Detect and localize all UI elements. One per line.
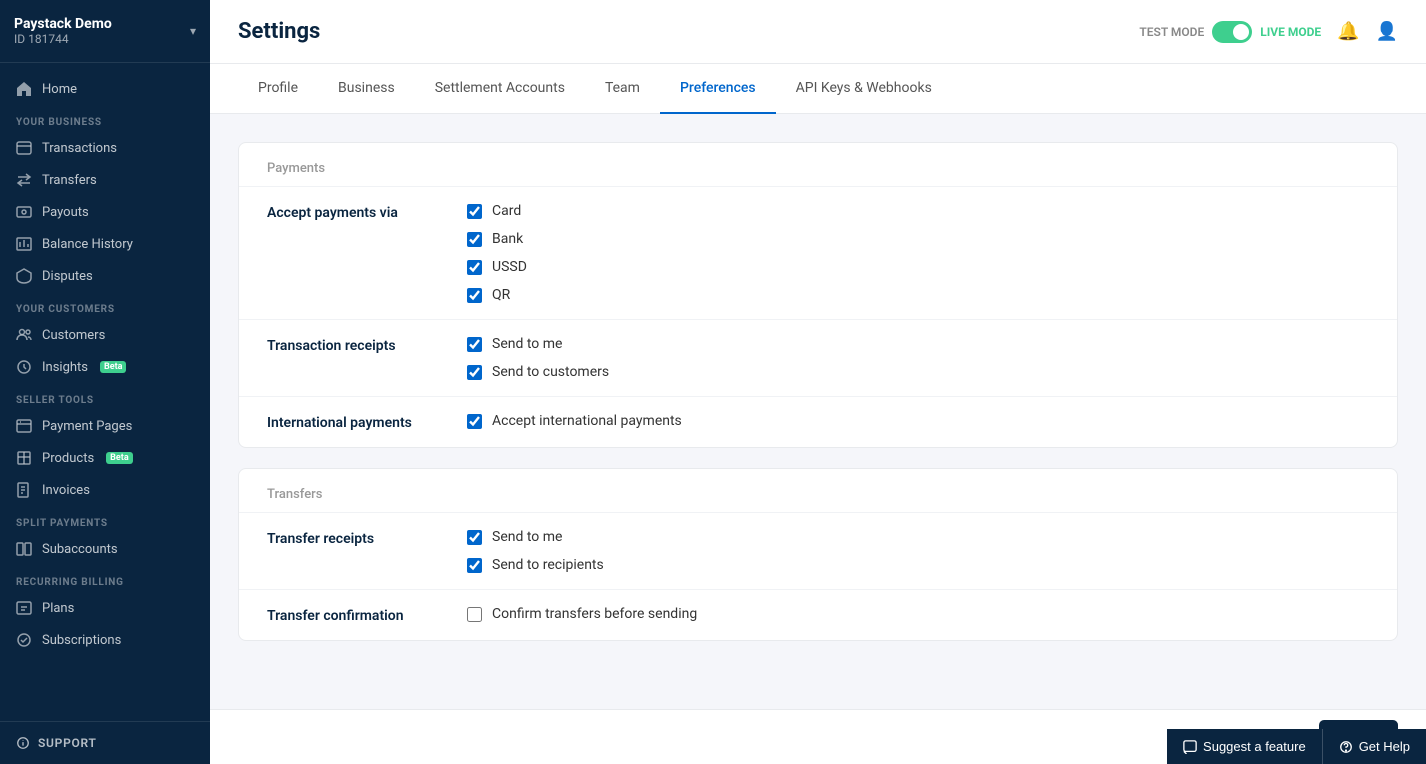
international-payments-options: Accept international payments	[467, 413, 682, 429]
sidebar-item-payouts[interactable]: Payouts	[0, 196, 210, 228]
transfer-confirmation-row: Transfer confirmation Confirm transfers …	[239, 589, 1397, 640]
insights-beta-badge: Beta	[100, 361, 126, 373]
payment-qr-option[interactable]: QR	[467, 287, 527, 303]
payment-card-option[interactable]: Card	[467, 203, 527, 219]
sidebar-item-transfers[interactable]: Transfers	[0, 164, 210, 196]
sidebar-item-payment-pages[interactable]: Payment Pages	[0, 410, 210, 442]
section-your-customers: YOUR CUSTOMERS	[0, 292, 210, 319]
accept-payments-label: Accept payments via	[267, 203, 467, 221]
support-button[interactable]: SUPPORT	[16, 736, 194, 750]
transfer-confirmation-label: Transfer confirmation	[267, 606, 467, 624]
sidebar-item-insights[interactable]: Insights Beta	[0, 351, 210, 383]
sidebar-item-subscriptions[interactable]: Subscriptions	[0, 624, 210, 656]
live-mode-toggle[interactable]	[1212, 21, 1252, 43]
page-title: Settings	[238, 19, 320, 44]
payments-section-label: Payments	[239, 143, 1397, 186]
payment-card-checkbox[interactable]	[467, 204, 482, 219]
main-content: Settings TEST MODE LIVE MODE 🔔 👤 Profile…	[210, 0, 1426, 764]
receipt-send-to-me-option[interactable]: Send to me	[467, 336, 609, 352]
sidebar-item-customers[interactable]: Customers	[0, 319, 210, 351]
chevron-down-icon: ▾	[190, 24, 196, 38]
transfer-receipts-label: Transfer receipts	[267, 529, 467, 547]
company-id: ID 181744	[14, 32, 112, 46]
live-mode-label: LIVE MODE	[1260, 25, 1321, 39]
payments-card: Payments Accept payments via Card Bank	[238, 142, 1398, 448]
receipt-send-to-customers-checkbox[interactable]	[467, 365, 482, 380]
transfers-section-label: Transfers	[239, 469, 1397, 512]
sidebar-item-home[interactable]: Home	[0, 73, 210, 105]
test-mode-label: TEST MODE	[1139, 25, 1204, 39]
confirm-transfers-option[interactable]: Confirm transfers before sending	[467, 606, 697, 622]
transaction-receipts-row: Transaction receipts Send to me Send to …	[239, 319, 1397, 396]
settings-tabs: Profile Business Settlement Accounts Tea…	[210, 64, 1426, 114]
transaction-receipts-options: Send to me Send to customers	[467, 336, 609, 380]
section-your-business: YOUR BUSINESS	[0, 105, 210, 132]
accept-international-checkbox[interactable]	[467, 414, 482, 429]
transfer-send-to-me-option[interactable]: Send to me	[467, 529, 604, 545]
topbar: Settings TEST MODE LIVE MODE 🔔 👤	[210, 0, 1426, 64]
international-payments-row: International payments Accept internatio…	[239, 396, 1397, 447]
payment-bank-checkbox[interactable]	[467, 232, 482, 247]
transaction-receipts-label: Transaction receipts	[267, 336, 467, 354]
section-recurring-billing: RECURRING BILLING	[0, 565, 210, 592]
tab-business[interactable]: Business	[318, 64, 415, 114]
sidebar-item-subaccounts[interactable]: Subaccounts	[0, 533, 210, 565]
transfer-confirmation-options: Confirm transfers before sending	[467, 606, 697, 622]
suggest-feature-label: Suggest a feature	[1203, 739, 1306, 754]
company-name: Paystack Demo	[14, 16, 112, 32]
transfers-card: Transfers Transfer receipts Send to me S…	[238, 468, 1398, 641]
tab-settlement-accounts[interactable]: Settlement Accounts	[415, 64, 585, 114]
receipt-send-to-customers-option[interactable]: Send to customers	[467, 364, 609, 380]
toggle-knob	[1233, 24, 1249, 40]
transfer-receipts-row: Transfer receipts Send to me Send to rec…	[239, 512, 1397, 589]
transfer-receipts-options: Send to me Send to recipients	[467, 529, 604, 573]
confirm-transfers-checkbox[interactable]	[467, 607, 482, 622]
tab-preferences[interactable]: Preferences	[660, 64, 776, 114]
payment-ussd-option[interactable]: USSD	[467, 259, 527, 275]
tab-team[interactable]: Team	[585, 64, 660, 114]
sidebar-nav: Home YOUR BUSINESS Transactions Transfer…	[0, 63, 210, 721]
settings-content: Payments Accept payments via Card Bank	[210, 114, 1426, 709]
section-seller-tools: SELLER TOOLS	[0, 383, 210, 410]
sidebar: Paystack Demo ID 181744 ▾ Home YOUR BUSI…	[0, 0, 210, 764]
transfer-send-to-recipients-option[interactable]: Send to recipients	[467, 557, 604, 573]
payment-bank-option[interactable]: Bank	[467, 231, 527, 247]
accept-payments-row: Accept payments via Card Bank USSD	[239, 186, 1397, 319]
sidebar-item-invoices[interactable]: Invoices	[0, 474, 210, 506]
transfer-send-to-me-checkbox[interactable]	[467, 530, 482, 545]
receipt-send-to-me-checkbox[interactable]	[467, 337, 482, 352]
accept-international-option[interactable]: Accept international payments	[467, 413, 682, 429]
get-help-label: Get Help	[1359, 739, 1410, 754]
get-help-button[interactable]: Get Help	[1322, 729, 1426, 764]
mode-toggle: TEST MODE LIVE MODE	[1139, 21, 1321, 43]
sidebar-support: SUPPORT	[0, 721, 210, 764]
user-avatar-icon[interactable]: 👤	[1376, 21, 1398, 42]
sidebar-item-plans[interactable]: Plans	[0, 592, 210, 624]
accept-payments-options: Card Bank USSD QR	[467, 203, 527, 303]
topbar-right: TEST MODE LIVE MODE 🔔 👤	[1139, 21, 1398, 43]
payment-qr-checkbox[interactable]	[467, 288, 482, 303]
payment-ussd-checkbox[interactable]	[467, 260, 482, 275]
company-selector[interactable]: Paystack Demo ID 181744 ▾	[0, 0, 210, 63]
sidebar-item-products[interactable]: Products Beta	[0, 442, 210, 474]
tab-profile[interactable]: Profile	[238, 64, 318, 114]
transfer-send-to-recipients-checkbox[interactable]	[467, 558, 482, 573]
suggest-feature-button[interactable]: Suggest a feature	[1167, 729, 1322, 764]
sidebar-item-balance-history[interactable]: Balance History	[0, 228, 210, 260]
sidebar-home-label: Home	[42, 82, 77, 97]
section-split-payments: SPLIT PAYMENTS	[0, 506, 210, 533]
sidebar-item-disputes[interactable]: Disputes	[0, 260, 210, 292]
notifications-icon[interactable]: 🔔	[1337, 21, 1359, 42]
sidebar-item-transactions[interactable]: Transactions	[0, 132, 210, 164]
products-beta-badge: Beta	[106, 452, 132, 464]
help-footer: Suggest a feature Get Help	[1167, 729, 1426, 764]
tab-api-keys[interactable]: API Keys & Webhooks	[776, 64, 952, 114]
international-payments-label: International payments	[267, 413, 467, 431]
